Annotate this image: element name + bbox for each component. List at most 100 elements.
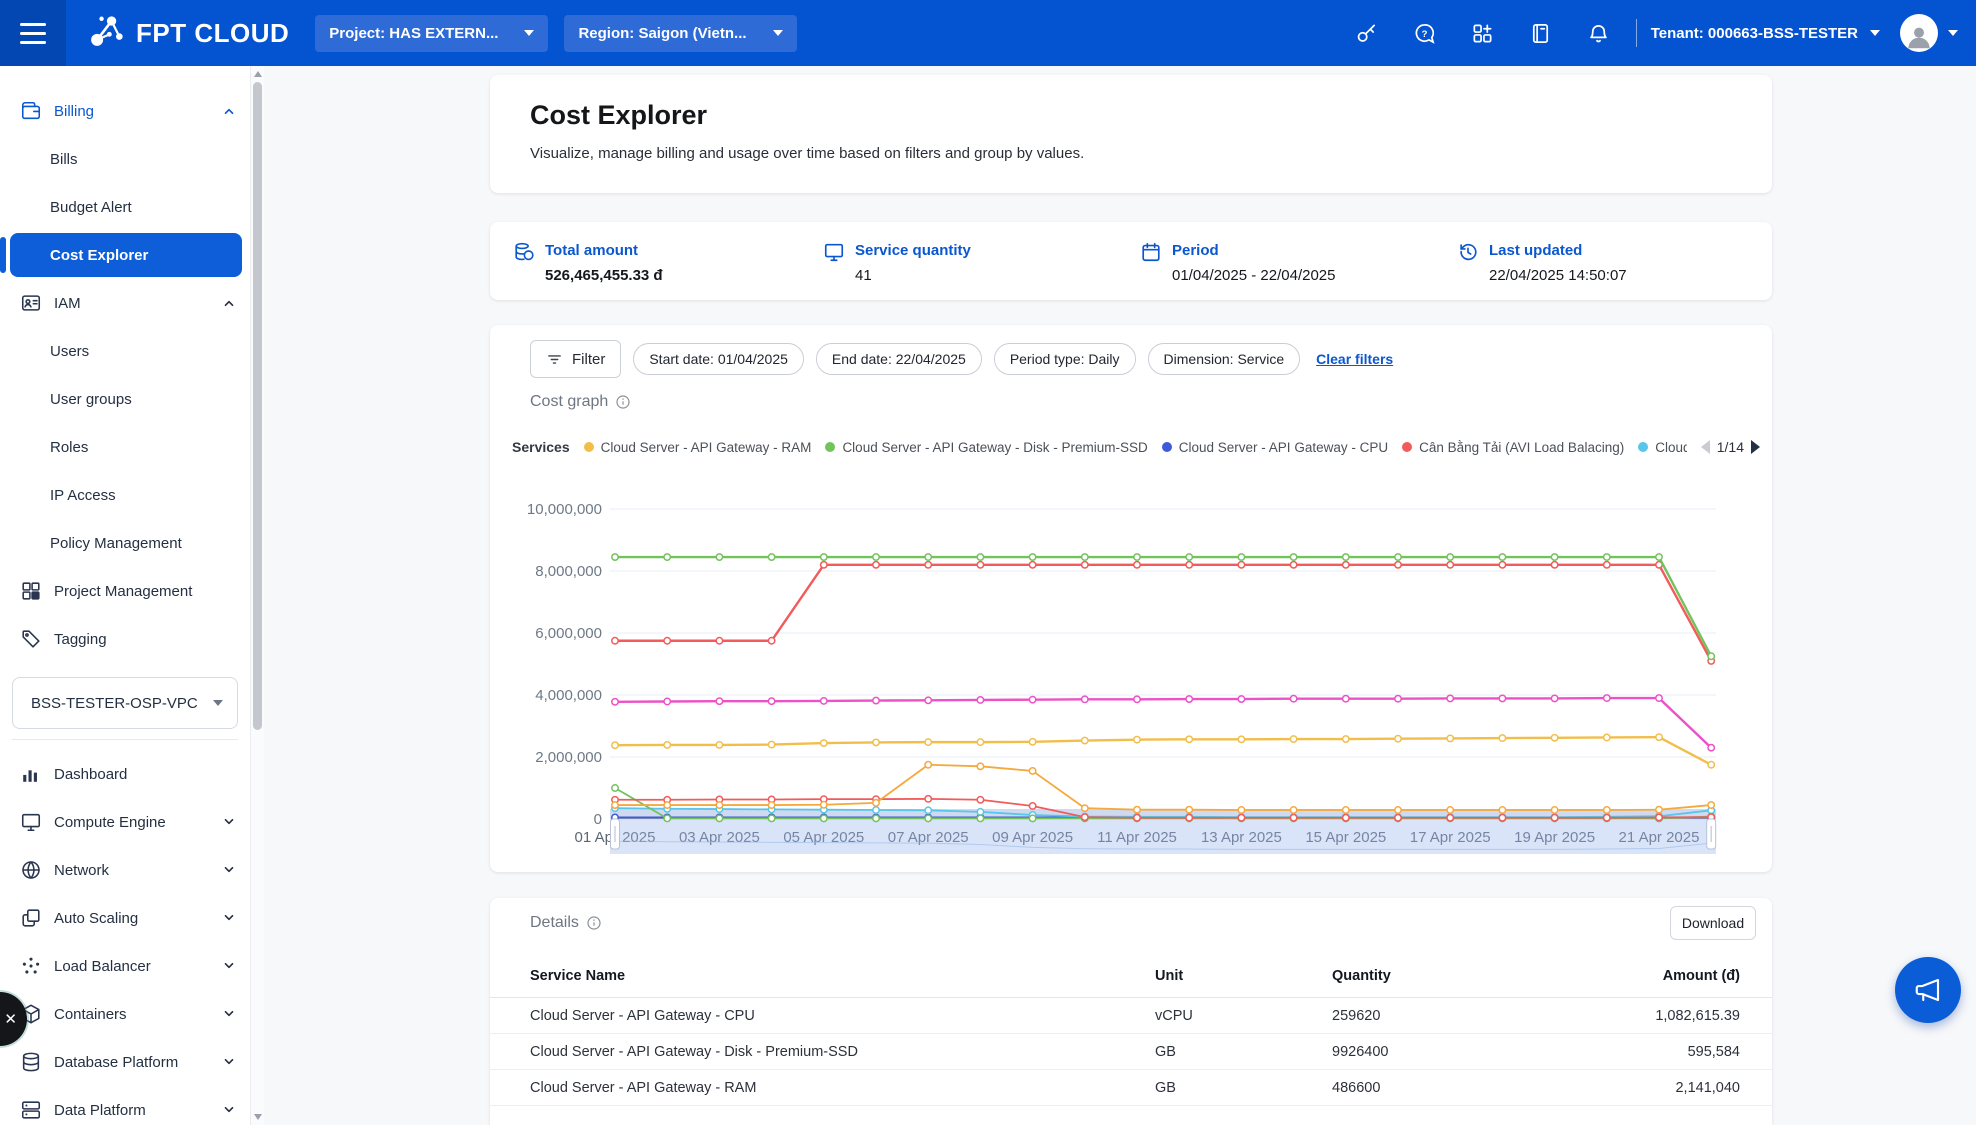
- sidebar-item-auto-scaling[interactable]: Auto Scaling: [0, 894, 250, 942]
- sidebar-item-label: Project Management: [54, 583, 236, 600]
- sidebar: BillingBills Budget Alert Cost ExplorerIAM…: [0, 66, 264, 1125]
- page-title: Cost Explorer: [530, 100, 707, 131]
- sidebar-item-ip-access[interactable]: IP Access: [0, 471, 250, 519]
- sidebar-item-tagging[interactable]: Tagging: [0, 615, 250, 663]
- svg-text:?: ?: [1422, 28, 1428, 39]
- legend-item[interactable]: Cloud Deskto: [1638, 440, 1687, 455]
- sidebar-item-label: Tagging: [54, 631, 236, 648]
- region-dropdown[interactable]: Region: Saigon (Vietn...: [564, 15, 796, 52]
- sidebar-item-label: Users: [50, 343, 236, 360]
- legend-item[interactable]: Cân Bằng Tải (AVI Load Balacing): [1402, 440, 1624, 455]
- sidebar-item-iam[interactable]: IAM: [0, 279, 250, 327]
- filter-row: Filter Start date: 01/04/2025 End date: …: [530, 339, 1752, 379]
- legend-next-icon[interactable]: [1751, 440, 1760, 454]
- sidebar-item-label: Roles: [50, 439, 236, 456]
- sidebar-item-label: Budget Alert: [50, 199, 236, 216]
- sidebar-item-policy-management[interactable]: Policy Management: [0, 519, 250, 567]
- download-button[interactable]: Download: [1670, 906, 1756, 940]
- filter-button[interactable]: Filter: [530, 340, 621, 378]
- sidebar-scrollbar[interactable]: [250, 66, 264, 1125]
- info-icon[interactable]: [586, 915, 602, 931]
- legend-prev-icon[interactable]: [1701, 440, 1710, 454]
- notebook-icon[interactable]: [1512, 13, 1570, 53]
- vpc-selector[interactable]: BSS-TESTER-OSP-VPC: [12, 677, 238, 729]
- sidebar-item-database-platform[interactable]: Database Platform: [0, 1038, 250, 1086]
- cell-unit: GB: [1155, 1044, 1176, 1060]
- legend-pager: 1/14: [1701, 439, 1760, 455]
- hamburger-icon: [20, 23, 46, 44]
- col-service-name: Service Name: [530, 968, 625, 984]
- details-card: Details Download Service Name Unit Quant…: [490, 898, 1772, 1125]
- sidebar-item-roles[interactable]: Roles: [0, 423, 250, 471]
- sidebar-item-project-management[interactable]: Project Management: [0, 567, 250, 615]
- sidebar-item-data-platform[interactable]: Data Platform: [0, 1086, 250, 1125]
- sidebar-item-billing[interactable]: Billing: [0, 87, 250, 135]
- sidebar-item-compute-engine[interactable]: Compute Engine: [0, 798, 250, 846]
- wallet-icon: [20, 100, 42, 122]
- screen: FPT CLOUD Project: HAS EXTERN... Region:…: [0, 0, 1976, 1125]
- info-icon[interactable]: [615, 394, 631, 410]
- legend-item[interactable]: Cloud Server - API Gateway - RAM: [584, 440, 812, 455]
- sidebar-item-label: IP Access: [50, 487, 236, 504]
- cell-unit: vCPU: [1155, 1008, 1193, 1024]
- bell-icon[interactable]: [1570, 13, 1628, 53]
- sidebar-item-label: Containers: [54, 1006, 222, 1023]
- help-chat-icon[interactable]: ?: [1396, 13, 1454, 53]
- end-date-chip[interactable]: End date: 22/04/2025: [816, 343, 982, 375]
- cell-amount: 595,584: [1688, 1044, 1740, 1060]
- scroll-up-arrow[interactable]: [254, 71, 262, 77]
- chip-label: Start date: 01/04/2025: [649, 351, 788, 367]
- hamburger-menu-button[interactable]: [0, 0, 66, 66]
- sidebar-item-budget-alert[interactable]: Budget Alert: [0, 183, 250, 231]
- announcement-fab[interactable]: [1895, 957, 1961, 1023]
- tag-icon: [20, 628, 42, 650]
- sidebar-item-user-groups[interactable]: User groups: [0, 375, 250, 423]
- summary-value: 41: [855, 267, 872, 284]
- clear-filters-link[interactable]: Clear filters: [1316, 351, 1393, 367]
- vpc-selector-label: BSS-TESTER-OSP-VPC: [31, 695, 213, 712]
- col-amount: Amount (đ): [1663, 968, 1740, 984]
- cell-service-name: Cloud Server - API Gateway - Disk - Prem…: [530, 1044, 858, 1060]
- legend-dot: [825, 442, 835, 452]
- summary-value: 22/04/2025 14:50:07: [1489, 267, 1627, 284]
- sidebar-item-load-balancer[interactable]: Load Balancer: [0, 942, 250, 990]
- cost-chart[interactable]: 02,000,0004,000,0006,000,0008,000,00010,…: [500, 468, 1772, 860]
- legend-item[interactable]: Cloud Server - API Gateway - CPU: [1162, 440, 1388, 455]
- key-icon[interactable]: [1338, 13, 1396, 53]
- legend-item-label: Cloud Server - API Gateway - RAM: [601, 440, 812, 455]
- cell-quantity: 9926400: [1332, 1044, 1388, 1060]
- chip-label: Period type: Daily: [1010, 351, 1120, 367]
- chart-legend: Services Cloud Server - API Gateway - RA…: [512, 439, 1760, 455]
- chevron-down-icon: [222, 1055, 236, 1069]
- project-dropdown-label: Project: HAS EXTERN...: [329, 25, 498, 42]
- chevron-down-icon: [524, 30, 534, 36]
- sidebar-item-containers[interactable]: Containers: [0, 990, 250, 1038]
- svg-text:6,000,000: 6,000,000: [535, 625, 602, 642]
- layers-icon: [20, 907, 42, 929]
- project-dropdown[interactable]: Project: HAS EXTERN...: [315, 15, 548, 52]
- apps-grid-icon[interactable]: [1454, 13, 1512, 53]
- brand-logo[interactable]: FPT CLOUD: [86, 11, 289, 56]
- details-label: Details: [530, 914, 602, 932]
- sidebar-item-label: Data Platform: [54, 1102, 222, 1119]
- scrollbar-thumb[interactable]: [253, 82, 262, 730]
- tenant-dropdown[interactable]: Tenant: 000663-BSS-TESTER: [1651, 25, 1880, 42]
- sidebar-item-bills[interactable]: Bills: [0, 135, 250, 183]
- sidebar-item-label: Network: [54, 862, 222, 879]
- summary-card: Total amount 526,465,455.33 đ Service qu…: [490, 222, 1772, 300]
- sidebar-item-cost-explorer[interactable]: Cost Explorer: [10, 233, 242, 277]
- sidebar-item-dashboard[interactable]: Dashboard: [0, 750, 250, 798]
- legend-item[interactable]: Cloud Server - API Gateway - Disk - Prem…: [825, 440, 1147, 455]
- period-type-chip[interactable]: Period type: Daily: [994, 343, 1136, 375]
- scroll-down-arrow[interactable]: [254, 1114, 262, 1120]
- sidebar-item-users[interactable]: Users: [0, 327, 250, 375]
- start-date-chip[interactable]: Start date: 01/04/2025: [633, 343, 804, 375]
- chevron-down-icon[interactable]: [1948, 30, 1958, 36]
- cell-unit: GB: [1155, 1080, 1176, 1096]
- cell-quantity: 486600: [1332, 1080, 1380, 1096]
- dimension-chip[interactable]: Dimension: Service: [1148, 343, 1301, 375]
- sidebar-item-network[interactable]: Network: [0, 846, 250, 894]
- navbar-actions: ? Tenant: 000663-BSS-TESTER: [1338, 13, 1976, 53]
- legend-item-label: Cloud Server - API Gateway - CPU: [1179, 440, 1388, 455]
- avatar[interactable]: [1900, 14, 1938, 52]
